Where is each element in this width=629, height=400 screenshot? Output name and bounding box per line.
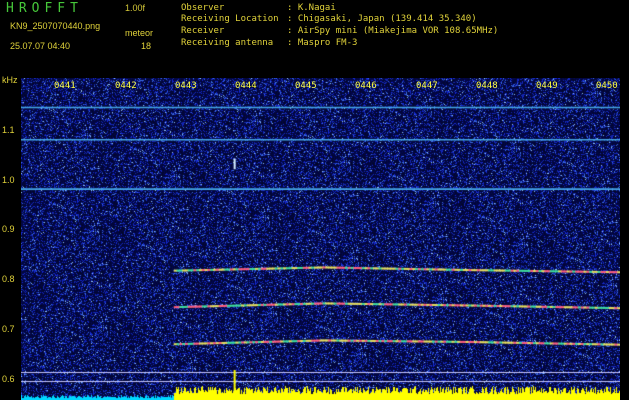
x-tick-label: 0442: [115, 81, 137, 91]
location-label: Receiving Location: [181, 14, 279, 24]
spectrogram-plot: [21, 78, 620, 400]
observer-value: : K.Nagai: [287, 3, 336, 13]
y-tick-label: 0.7: [2, 324, 15, 334]
observer-label: Observer: [181, 3, 225, 13]
filename-label: KN9_2507070440.png: [10, 21, 101, 31]
x-tick-label: 0449: [536, 81, 558, 91]
spectrogram-window: HROFFT 1.00f KN9_2507070440.png meteor 2…: [0, 0, 629, 400]
x-tick-label: 0445: [295, 81, 317, 91]
y-tick-label: 0.6: [2, 374, 15, 384]
y-tick-label: 0.8: [2, 274, 15, 284]
y-axis-unit: kHz: [2, 75, 18, 85]
mode-label: meteor: [125, 28, 154, 38]
x-tick-label: 0441: [54, 81, 76, 91]
receiver-label: Receiver: [181, 26, 225, 36]
x-tick-label: 0446: [355, 81, 377, 91]
y-tick-label: 1.1: [2, 125, 15, 135]
location-value: : Chigasaki, Japan (139.414 35.340): [287, 14, 477, 24]
datetime-label: 25.07.07 04:40: [10, 41, 71, 51]
antenna-label: Receiving antenna: [181, 38, 274, 48]
app-title: HROFFT: [6, 1, 83, 16]
x-tick-label: 0447: [416, 81, 438, 91]
x-tick-label: 0443: [175, 81, 197, 91]
mode-value: 18: [141, 41, 152, 51]
antenna-value: : Maspro FM-3: [287, 38, 358, 48]
version-label: 1.00f: [125, 3, 146, 13]
y-tick-label: 1.0: [2, 175, 15, 185]
y-tick-label: 0.9: [2, 224, 15, 234]
receiver-value: : AirSpy mini (Miakejima VOR 108.65MHz): [287, 26, 499, 36]
x-tick-label: 0448: [476, 81, 498, 91]
x-tick-label: 0450: [596, 81, 618, 91]
x-tick-label: 0444: [235, 81, 257, 91]
